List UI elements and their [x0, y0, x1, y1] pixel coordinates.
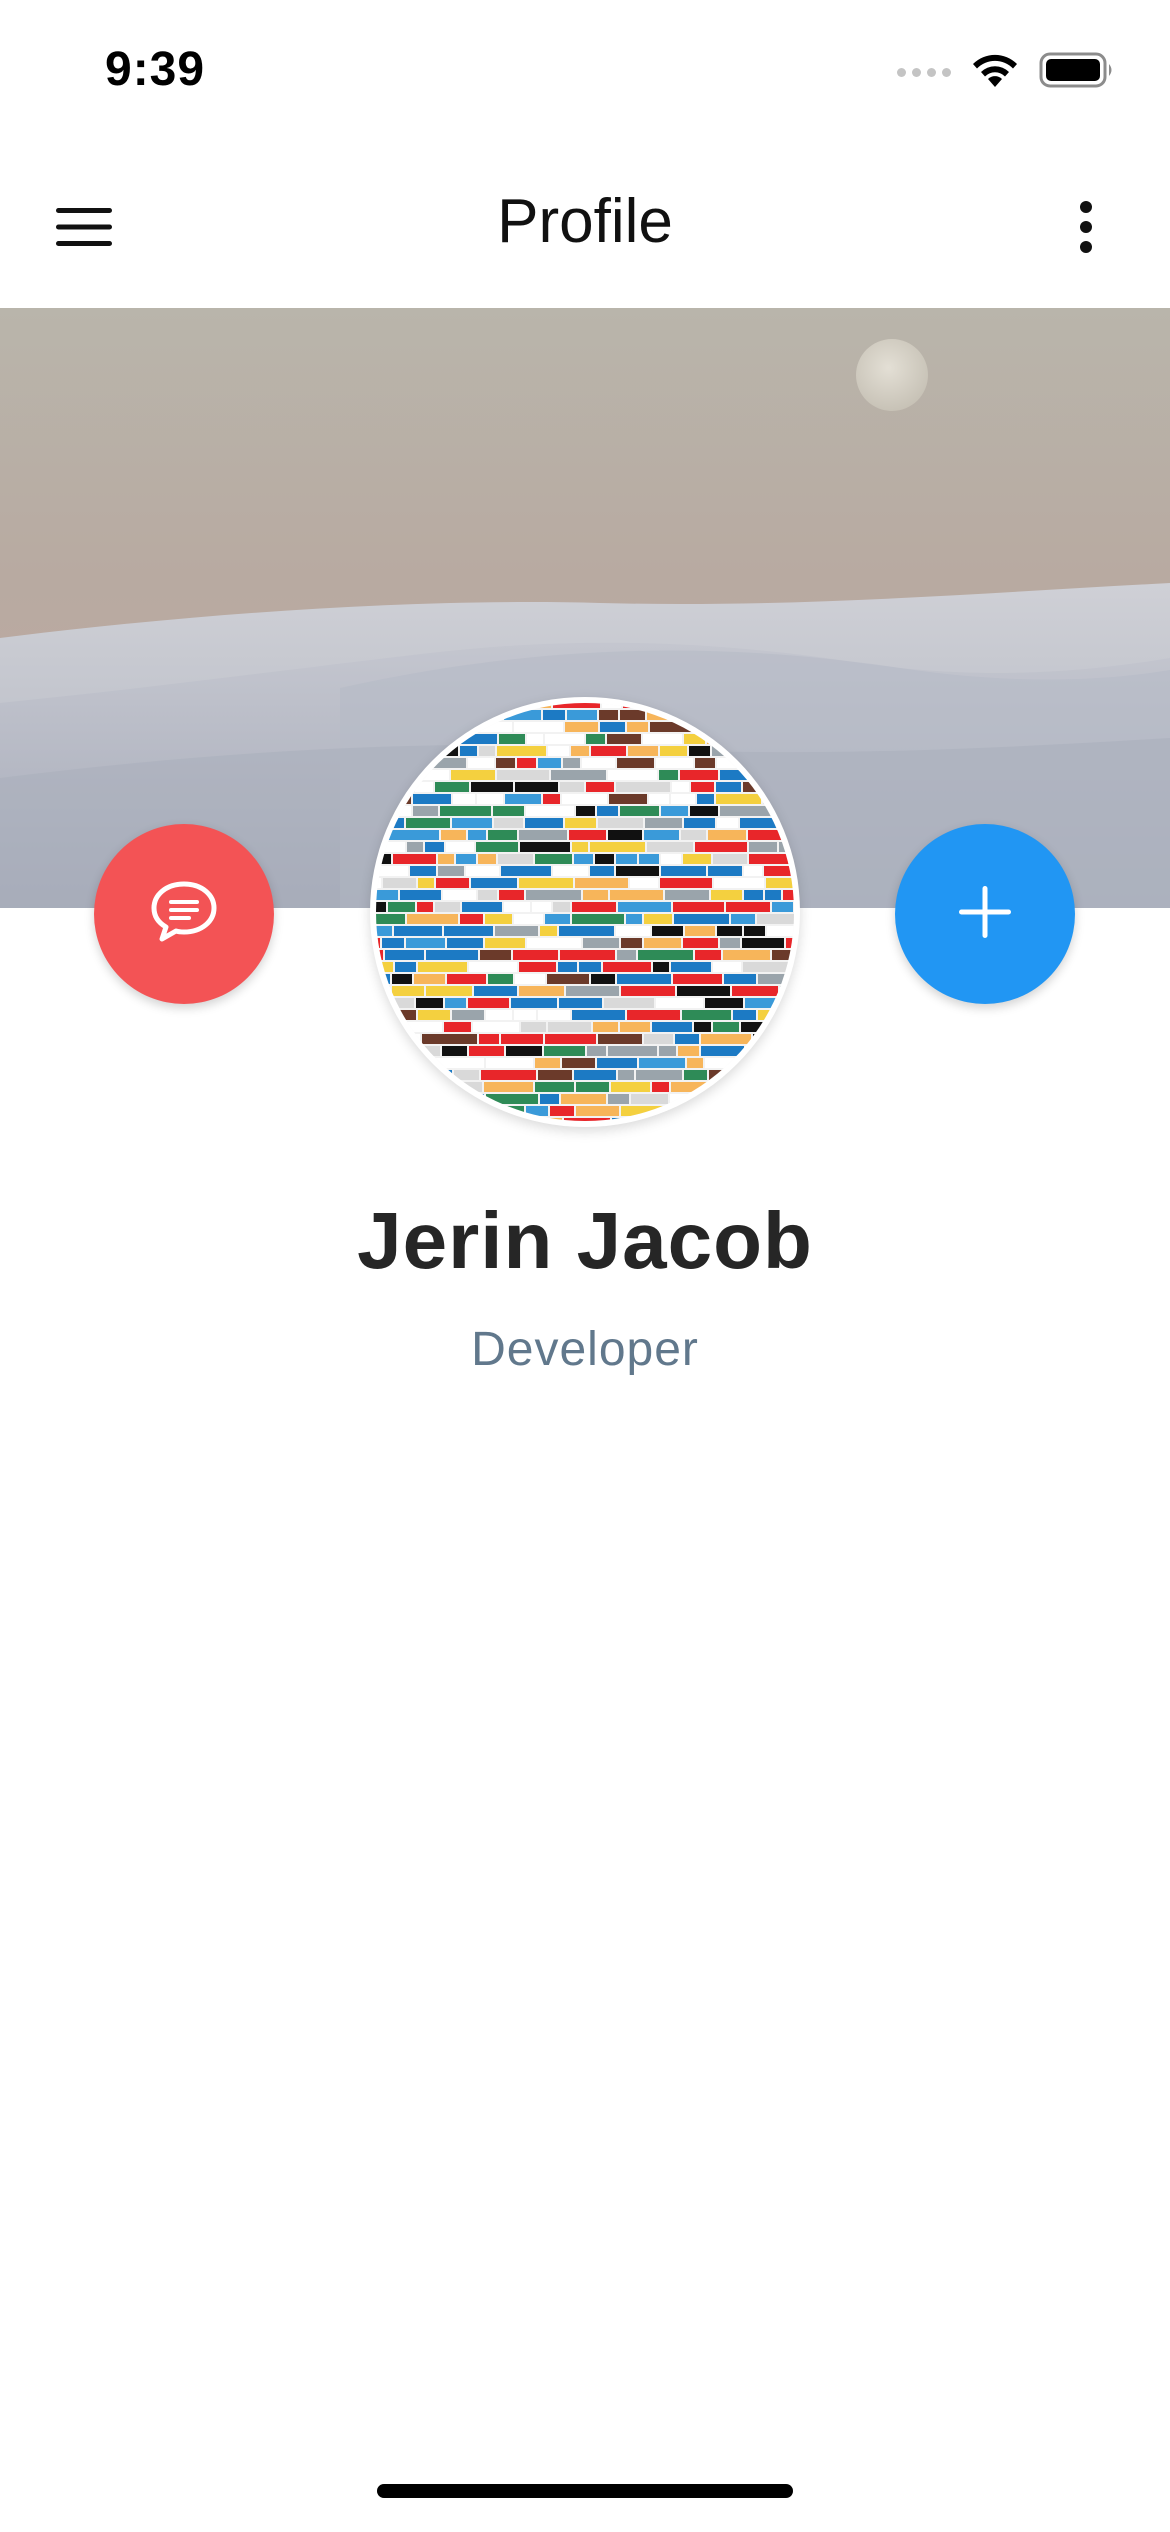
chat-button[interactable] [94, 824, 274, 1004]
home-indicator [377, 2484, 793, 2498]
chat-bubble-icon [149, 879, 219, 950]
profile-role: Developer [471, 1323, 699, 1376]
status-indicators [897, 52, 1115, 92]
app-bar: Profile [0, 150, 1170, 308]
more-vertical-icon [1079, 200, 1093, 258]
add-button[interactable] [895, 824, 1075, 1004]
battery-icon [1039, 51, 1115, 94]
wifi-icon [969, 51, 1021, 94]
more-options-button[interactable] [1042, 185, 1130, 273]
page-title: Profile [497, 187, 673, 256]
status-bar: 9:39 [0, 0, 1170, 150]
status-time: 9:39 [105, 43, 206, 96]
cellular-signal-icon [897, 67, 951, 77]
profile-screen: 9:39 Profile Jerin Jacob Developer [0, 0, 1170, 2532]
plus-icon [957, 884, 1013, 945]
profile-name: Jerin Jacob [357, 1196, 813, 1285]
avatar [370, 697, 800, 1127]
